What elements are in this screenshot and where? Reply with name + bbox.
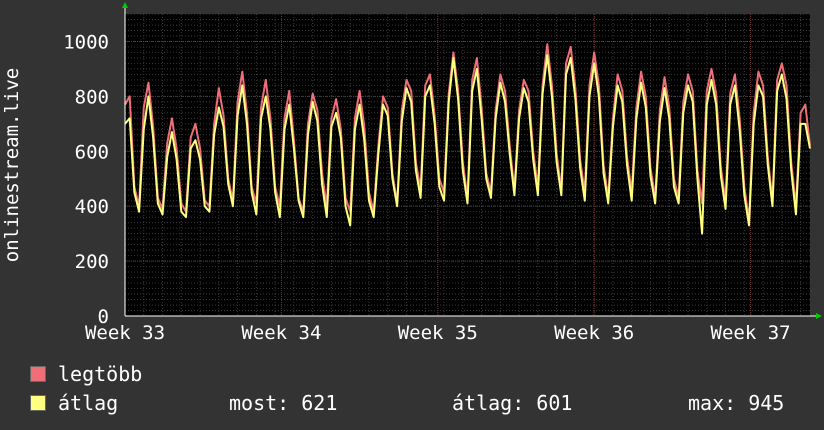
stat-current: most: 621 [229,391,338,415]
legend-label-avg: átlag [58,391,119,415]
x-tick-label: Week 35 [398,322,478,344]
y-tick-label: 800 [75,86,109,108]
y-axis-arrow-icon [122,2,128,8]
x-axis-arrow-icon [816,313,822,319]
stat-average: átlag: 601 [452,391,573,415]
legend-swatch-max [30,366,46,382]
stat-maximum: max: 945 [688,391,785,415]
x-tick-label: Week 36 [554,322,634,344]
y-tick-label: 600 [75,141,109,163]
legend-item-avg: átlag [30,391,118,415]
y-tick-label: 1000 [63,31,109,53]
x-tick-label: Week 33 [85,322,165,344]
y-tick-label: 200 [75,251,109,273]
y-tick-label: 400 [75,196,109,218]
legend-swatch-avg [30,395,46,411]
x-tick-label: Week 37 [711,322,791,344]
legend-label-max: legtöbb [58,362,143,386]
y-axis-label: onlinestream.live [1,68,23,262]
x-tick-label: Week 34 [241,322,321,344]
legend-item-max: legtöbb [30,362,142,386]
